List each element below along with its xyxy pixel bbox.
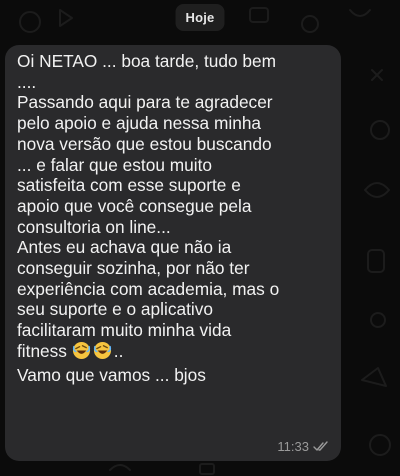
double-check-icon <box>313 441 329 452</box>
message-bubble[interactable]: Oi NETAO ... boa tarde, tudo bem .... Pa… <box>5 45 341 461</box>
message-line: experiência com academia, mas o <box>17 278 280 299</box>
date-separator: Hoje <box>175 4 225 31</box>
message-line: apoio que você consegue pela <box>17 195 252 216</box>
message-line: Antes eu achava que não ia <box>17 237 232 258</box>
message-line: pelo apoio e ajuda nessa minha <box>17 113 262 134</box>
message-line: seu suporte e o aplicativo <box>17 299 213 320</box>
rolling-laughing-emoji-icon <box>72 341 91 365</box>
message-line: .... <box>17 71 37 92</box>
message-time: 11:33 <box>277 439 309 454</box>
message-line: consultoria on line... <box>17 216 171 237</box>
rolling-laughing-emoji-icon <box>93 341 112 365</box>
message-line: fitness <box>17 340 67 361</box>
message-line: satisfeita com esse suporte e <box>17 175 241 196</box>
message-line: conseguir sozinha, por não ter <box>17 258 250 279</box>
message-line: Oi NETAO ... boa tarde, tudo bem <box>17 51 277 71</box>
message-line: Passando aqui para te agradecer <box>17 92 273 113</box>
message-text: Oi NETAO ... boa tarde, tudo bem .... Pa… <box>17 51 330 385</box>
message-line: nova versão que estou buscando <box>17 133 272 154</box>
message-line: Vamo que vamos ... bjos <box>17 364 206 385</box>
message-line: facilitaram muito minha vida <box>17 320 232 341</box>
message-meta: 11:33 <box>277 439 329 454</box>
message-line: ... e falar que estou muito <box>17 154 213 175</box>
message-line: .. <box>113 340 124 361</box>
